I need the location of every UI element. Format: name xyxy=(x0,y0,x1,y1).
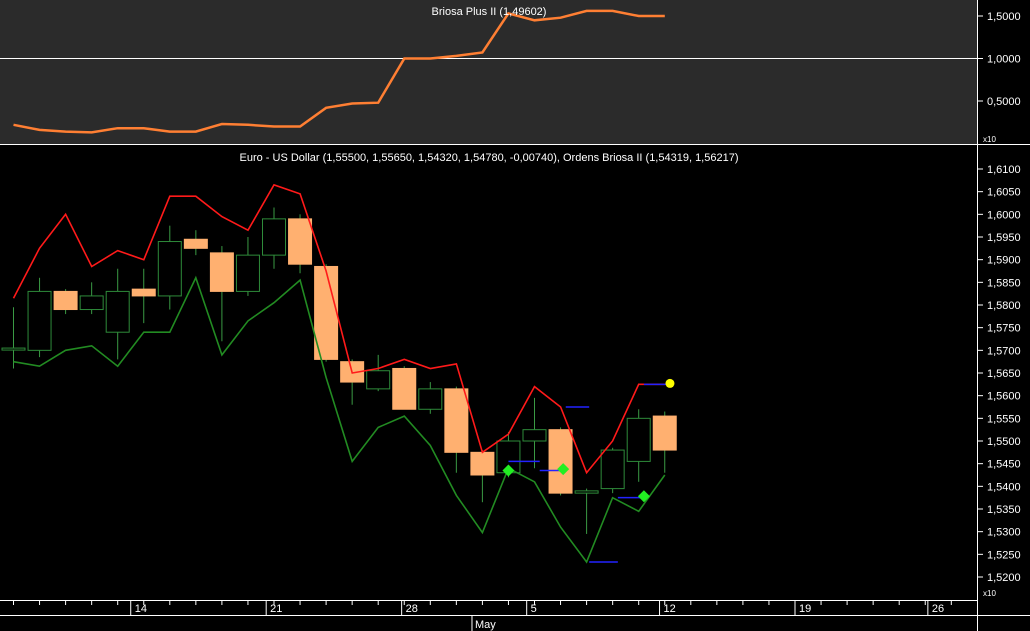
main-y-tick-label: 1,5200 xyxy=(987,572,1021,584)
main-y-tick-label: 1,5350 xyxy=(987,504,1021,516)
main-scale-label: x10 xyxy=(983,589,996,598)
indicator-title: Briosa Plus II (1,49602) xyxy=(432,6,547,18)
main-y-tick-label: 1,5650 xyxy=(987,368,1021,380)
x-tick-label: 26 xyxy=(932,603,944,615)
candle-body xyxy=(157,241,182,297)
main-y-tick-label: 1,5250 xyxy=(987,549,1021,561)
main-y-tick-label: 1,5850 xyxy=(987,277,1021,289)
candle-body xyxy=(183,238,208,249)
candle-body xyxy=(235,254,260,292)
main-y-tick-label: 1,5300 xyxy=(987,527,1021,539)
candle-body xyxy=(366,370,391,390)
candle-body xyxy=(418,388,443,410)
candle-body xyxy=(548,429,573,494)
candle-body xyxy=(574,490,599,494)
buy-signal-diamond xyxy=(637,490,650,503)
main-y-tick-label: 1,5750 xyxy=(987,323,1021,335)
candle-body xyxy=(444,388,469,453)
indicator-y-tick-label: 1,5000 xyxy=(987,11,1021,23)
candle-body xyxy=(626,417,651,462)
month-label: May xyxy=(475,619,496,631)
x-tick-label: 28 xyxy=(406,603,418,615)
main-y-tick-label: 1,5550 xyxy=(987,413,1021,425)
indicator-scale-label: x10 xyxy=(983,135,996,144)
main-y-tick-label: 1,6000 xyxy=(987,209,1021,221)
main-y-tick-label: 1,5700 xyxy=(987,345,1021,357)
candle-body xyxy=(288,218,313,265)
main-y-tick-label: 1,6100 xyxy=(987,164,1021,176)
candle-body xyxy=(53,290,78,311)
indicator-y-tick-label: 1,0000 xyxy=(987,54,1021,66)
signal-dot xyxy=(665,378,675,388)
candle-body xyxy=(522,429,547,442)
main-chart-title: Euro - US Dollar (1,55500, 1,55650, 1,54… xyxy=(240,152,739,164)
main-y-tick-label: 1,5900 xyxy=(987,255,1021,267)
main-y-tick-label: 1,5800 xyxy=(987,300,1021,312)
x-tick-label: 21 xyxy=(270,603,282,615)
candle-body xyxy=(27,290,52,351)
chart-canvas: 0,5000 1,0000 1,5000 Briosa Plus II (1,496… xyxy=(0,0,1030,631)
main-y-tick-label: 1,5500 xyxy=(987,436,1021,448)
x-tick-label: 19 xyxy=(799,603,811,615)
indicator-y-tick-label: 0,5000 xyxy=(987,96,1021,108)
candle-body xyxy=(470,451,495,476)
candle-body xyxy=(392,367,417,410)
candle-body xyxy=(209,252,234,292)
main-y-tick-label: 1,5600 xyxy=(987,391,1021,403)
candle-body xyxy=(652,415,677,451)
main-y-tick-label: 1,6050 xyxy=(987,187,1021,199)
x-tick-label: 12 xyxy=(664,603,676,615)
candle-body xyxy=(1,347,26,351)
candle-body xyxy=(600,449,625,490)
main-y-tick-label: 1,5400 xyxy=(987,481,1021,493)
main-y-tick-label: 1,5450 xyxy=(987,459,1021,471)
candle-body xyxy=(131,288,156,297)
x-tick-label: 14 xyxy=(135,603,147,615)
x-tick-label: 5 xyxy=(531,603,537,615)
indicator-panel xyxy=(0,0,977,144)
candle-body xyxy=(105,290,130,333)
candle-body xyxy=(79,295,104,311)
main-y-tick-label: 1,5950 xyxy=(987,232,1021,244)
candle-body xyxy=(262,218,286,256)
